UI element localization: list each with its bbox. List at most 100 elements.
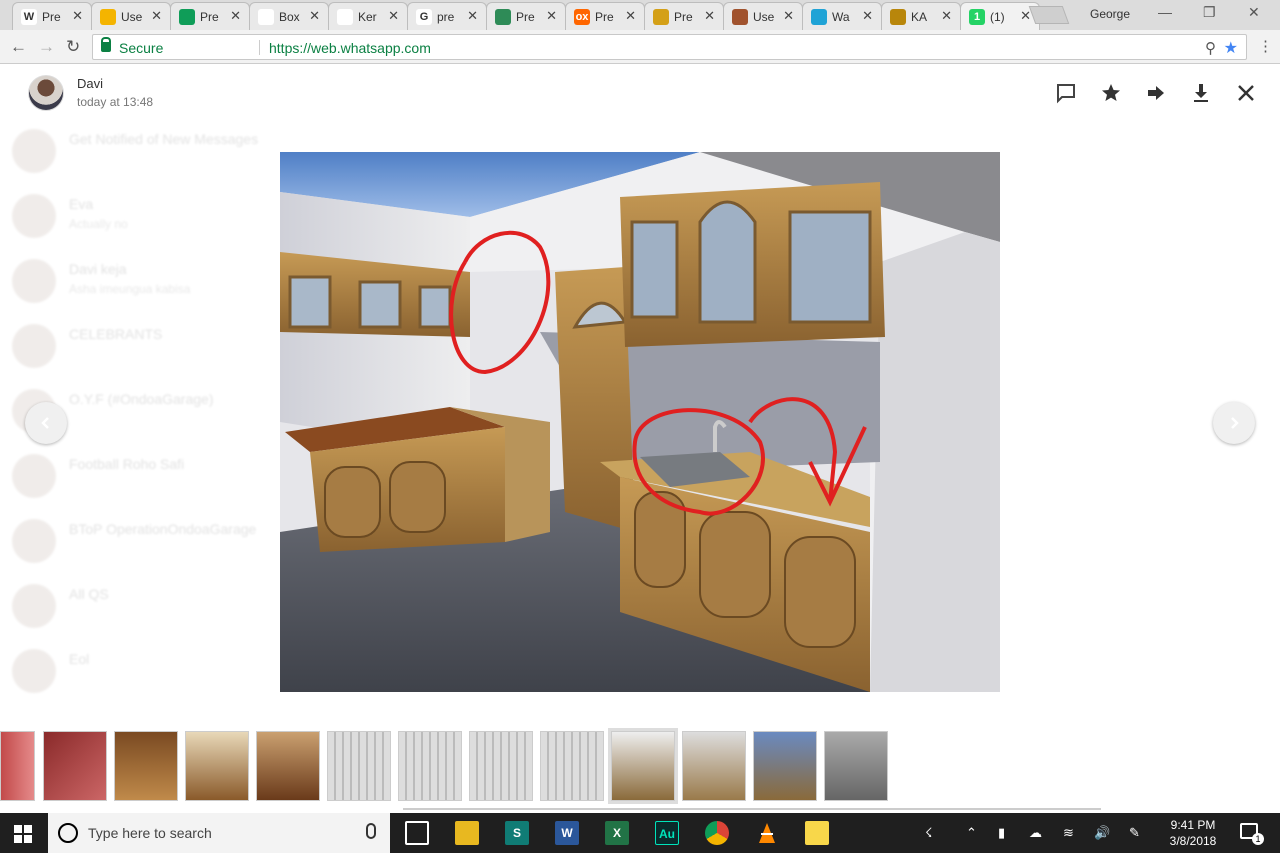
excel-icon[interactable]: X [605, 821, 629, 845]
media-thumbnail[interactable] [682, 731, 746, 801]
star-icon[interactable] [1099, 81, 1123, 105]
tab-close-icon[interactable]: ✕ [783, 8, 794, 24]
tab-title: Box [279, 10, 300, 24]
browser-tab[interactable]: KA ✕ [881, 2, 961, 30]
profile-name[interactable]: George [1090, 7, 1130, 21]
browser-tab[interactable]: Use ✕ [91, 2, 171, 30]
forward-icon[interactable] [1144, 81, 1168, 105]
play-icon [811, 9, 827, 25]
close-window-button[interactable]: ✕ [1248, 4, 1260, 21]
browser-tab[interactable]: Use ✕ [723, 2, 803, 30]
tab-close-icon[interactable]: ✕ [230, 8, 241, 24]
minimize-button[interactable]: — [1158, 4, 1172, 20]
battery-icon[interactable]: ▮ [998, 825, 1005, 841]
tab-close-icon[interactable]: ✕ [941, 8, 952, 24]
drive-icon [179, 9, 195, 25]
media-thumbnail[interactable] [608, 728, 678, 804]
message-icon[interactable] [1054, 81, 1078, 105]
media-thumbnail[interactable] [256, 731, 320, 801]
tab-title: Use [121, 10, 143, 24]
microphone-icon[interactable] [366, 823, 376, 839]
tab-close-icon[interactable]: ✕ [309, 8, 320, 24]
menu-icon[interactable]: ⋮ [1258, 37, 1273, 55]
pen-icon[interactable]: ✎ [1129, 825, 1140, 841]
media-thumbnail[interactable] [398, 731, 462, 801]
tab-close-icon[interactable]: ✕ [862, 8, 873, 24]
media-thumbnail[interactable] [185, 731, 249, 801]
forward-button[interactable]: → [38, 37, 55, 57]
previous-button[interactable] [25, 402, 67, 444]
task-view-icon[interactable] [405, 821, 429, 845]
tab-close-icon[interactable]: ✕ [388, 8, 399, 24]
tab-title: (1) [990, 10, 1005, 24]
tab-title: KA [911, 10, 928, 24]
zoom-icon[interactable]: ⚲ [1205, 39, 1216, 57]
chevron-right-icon [1231, 417, 1239, 429]
browser-tab[interactable]: Pre ✕ [486, 2, 566, 30]
tab-close-icon[interactable]: ✕ [546, 8, 557, 24]
word-icon[interactable]: W [555, 821, 579, 845]
avatar[interactable] [28, 75, 64, 111]
new-tab-button[interactable] [1028, 6, 1070, 24]
browser-tab[interactable]: Gpre ✕ [407, 2, 487, 30]
browser-tab[interactable]: W Pre ✕ [12, 2, 92, 30]
browser-tab[interactable]: Ker ✕ [328, 2, 408, 30]
windows-start-icon[interactable] [14, 825, 32, 843]
reload-button[interactable]: ↻ [66, 37, 80, 57]
browser-tab[interactable]: Box ✕ [249, 2, 329, 30]
media-thumbnail[interactable] [469, 731, 533, 801]
people-icon[interactable]: ☇ [925, 825, 932, 841]
tab-title: Use [753, 10, 775, 24]
chrome-icon[interactable] [705, 821, 729, 845]
address-bar[interactable]: Secure https://web.whatsapp.com ⚲ ★ [92, 34, 1247, 60]
document-icon [258, 9, 274, 25]
media-thumbnail[interactable] [0, 731, 35, 801]
volume-icon[interactable]: 🔊 [1094, 825, 1110, 841]
lion-icon [653, 9, 669, 25]
media-thumbnail[interactable] [327, 731, 391, 801]
onedrive-icon[interactable]: ☁ [1029, 825, 1042, 841]
file-explorer-icon[interactable] [455, 821, 479, 845]
close-icon[interactable] [1234, 81, 1258, 105]
vlc-icon[interactable] [755, 821, 779, 845]
thumbnail-scrollbar[interactable] [403, 808, 1101, 810]
media-thumbnail[interactable] [540, 731, 604, 801]
media-thumbnail[interactable] [43, 731, 107, 801]
tab-close-icon[interactable]: ✕ [467, 8, 478, 24]
clock[interactable]: 9:41 PM 3/8/2018 [1163, 817, 1223, 849]
tab-title: pre [437, 10, 455, 24]
media-thumbnail[interactable] [824, 731, 888, 801]
audition-icon[interactable]: Au [655, 821, 679, 845]
tab-close-icon[interactable]: ✕ [704, 8, 715, 24]
sticky-notes-icon[interactable] [805, 821, 829, 845]
wikipedia-icon: W [21, 9, 37, 25]
taskbar-search-box[interactable]: Type here to search [48, 813, 390, 853]
divider [259, 40, 260, 55]
bookmark-star-icon[interactable]: ★ [1224, 38, 1238, 58]
url-text[interactable]: https://web.whatsapp.com [269, 40, 431, 56]
browser-tab[interactable]: Pre ✕ [644, 2, 724, 30]
restore-button[interactable]: ❐ [1203, 4, 1216, 21]
tab-close-icon[interactable]: ✕ [72, 8, 83, 24]
wifi-icon[interactable]: ≋ [1063, 825, 1074, 841]
tab-close-icon[interactable]: ✕ [625, 8, 636, 24]
chevron-up-icon[interactable]: ⌃ [966, 825, 977, 841]
back-button[interactable]: ← [10, 37, 27, 57]
browser-tab[interactable]: Wa ✕ [802, 2, 882, 30]
chat-preview: Actually no [69, 217, 128, 231]
tab-title: Pre [516, 10, 535, 24]
browser-tab[interactable]: ox Pre ✕ [565, 2, 645, 30]
avatar [12, 194, 56, 238]
sender-name: Davi [77, 76, 104, 91]
google-icon: G [416, 9, 432, 25]
sway-icon[interactable]: S [505, 821, 529, 845]
media-thumbnail[interactable] [753, 731, 817, 801]
media-thumbnail[interactable] [114, 731, 178, 801]
browser-tab[interactable]: Pre ✕ [170, 2, 250, 30]
tab-close-icon[interactable]: ✕ [151, 8, 162, 24]
next-button[interactable] [1213, 402, 1255, 444]
chat-name: Eol [69, 651, 90, 667]
download-icon[interactable] [1189, 81, 1213, 105]
avatar [12, 649, 56, 693]
shield-icon [890, 9, 906, 25]
